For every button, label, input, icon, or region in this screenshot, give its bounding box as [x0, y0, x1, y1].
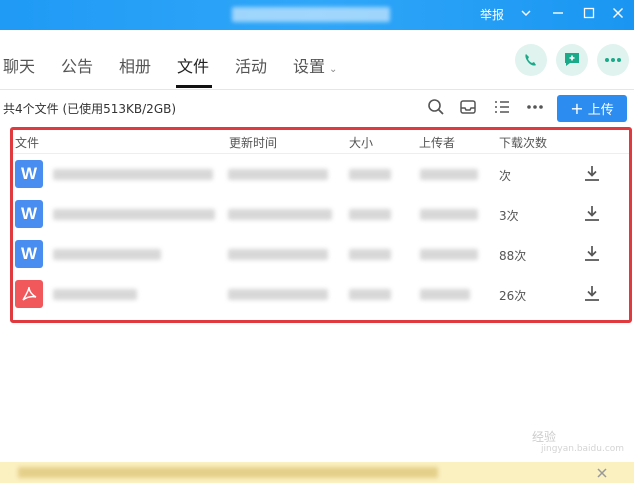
- update-time-redacted: [228, 169, 328, 180]
- download-icon: [585, 166, 599, 181]
- more-actions-button[interactable]: [526, 98, 546, 118]
- download-count: 88次: [499, 249, 527, 263]
- download-button[interactable]: [583, 244, 603, 264]
- uploader-redacted: [420, 209, 478, 220]
- minimize-button[interactable]: [547, 4, 569, 26]
- phone-icon: [525, 54, 536, 66]
- more-dots-icon: [527, 105, 543, 109]
- call-button[interactable]: [515, 44, 547, 76]
- size-redacted: [349, 169, 391, 180]
- chevron-down-icon: [521, 10, 531, 16]
- maximize-button[interactable]: [578, 4, 600, 26]
- group-name-redacted: [232, 7, 390, 22]
- active-tab-indicator: [176, 85, 212, 88]
- size-redacted: [349, 249, 391, 260]
- size-redacted: [349, 289, 391, 300]
- tab-bar: 聊天 公告 相册 文件 活动 设置 ⌄: [0, 30, 634, 90]
- tab-chat[interactable]: 聊天: [3, 53, 35, 77]
- pdf-file-icon: [15, 280, 43, 308]
- more-options-button[interactable]: [597, 44, 629, 76]
- file-name-redacted: [53, 169, 213, 180]
- download-icon: [585, 206, 599, 221]
- dropdown-button[interactable]: [515, 4, 537, 26]
- title-bar: 举报: [0, 0, 634, 30]
- tab-announcements[interactable]: 公告: [61, 53, 93, 77]
- search-icon: [428, 99, 444, 115]
- watermark-url: jingyan.baidu.com: [541, 444, 625, 454]
- file-name-redacted: [53, 209, 215, 220]
- maximize-icon: [583, 7, 595, 19]
- notice-close-button[interactable]: [596, 464, 608, 483]
- column-header-file[interactable]: 文件: [15, 134, 39, 151]
- more-dots-icon: [605, 58, 621, 62]
- table-row[interactable]: W 次: [13, 154, 629, 194]
- new-message-button[interactable]: [556, 44, 588, 76]
- file-name-redacted: [53, 249, 161, 260]
- file-toolbar: 共4个文件 (已使用513KB/2GB) + 上传: [0, 91, 634, 125]
- pdf-glyph-icon: [22, 286, 37, 301]
- tab-album[interactable]: 相册: [119, 53, 151, 77]
- column-header-size[interactable]: 大小: [349, 134, 373, 151]
- upload-button[interactable]: + 上传: [557, 95, 627, 122]
- download-count: 3次: [499, 209, 519, 223]
- table-row[interactable]: W 3次: [13, 194, 629, 234]
- download-button[interactable]: [583, 284, 603, 304]
- upload-label: 上传: [587, 103, 614, 118]
- column-header-downloads[interactable]: 下载次数: [499, 134, 547, 151]
- update-time-redacted: [228, 209, 332, 220]
- chevron-down-icon: ⌄: [329, 64, 338, 75]
- close-icon: [597, 468, 607, 478]
- word-file-icon: W: [15, 200, 43, 228]
- download-count: 次: [499, 169, 512, 183]
- word-file-icon: W: [15, 240, 43, 268]
- uploader-redacted: [420, 249, 478, 260]
- uploader-redacted: [420, 289, 470, 300]
- inbox-button[interactable]: [459, 98, 479, 118]
- update-time-redacted: [228, 289, 328, 300]
- close-window-button[interactable]: [607, 4, 629, 26]
- file-name-redacted: [53, 289, 137, 300]
- list-view-button[interactable]: [493, 98, 513, 118]
- file-count-summary: 共4个文件 (已使用513KB/2GB): [3, 102, 177, 116]
- search-button[interactable]: [427, 98, 447, 118]
- table-row[interactable]: 26次: [13, 274, 629, 314]
- download-icon: [585, 286, 599, 301]
- uploader-redacted: [420, 169, 478, 180]
- tab-files[interactable]: 文件: [177, 53, 209, 77]
- column-header-updated[interactable]: 更新时间: [229, 134, 277, 151]
- update-time-redacted: [228, 249, 328, 260]
- watermark-text: 经验: [532, 430, 557, 444]
- tab-settings[interactable]: 设置 ⌄: [293, 53, 337, 77]
- notice-bar: [0, 462, 634, 483]
- close-icon: [613, 8, 623, 18]
- minimize-icon: [553, 12, 563, 14]
- size-redacted: [349, 209, 391, 220]
- notice-text-redacted: [18, 467, 438, 478]
- download-button[interactable]: [583, 204, 603, 224]
- tab-activities[interactable]: 活动: [235, 53, 267, 77]
- plus-icon: +: [570, 98, 584, 118]
- inbox-icon: [460, 100, 476, 114]
- message-plus-icon: [565, 53, 579, 66]
- column-header-uploader[interactable]: 上传者: [419, 134, 455, 151]
- download-icon: [585, 246, 599, 261]
- report-link[interactable]: 举报: [480, 6, 504, 23]
- table-row[interactable]: W 88次: [13, 234, 629, 274]
- download-button[interactable]: [583, 164, 603, 184]
- list-icon: [495, 101, 509, 113]
- word-file-icon: W: [15, 160, 43, 188]
- tab-settings-label: 设置: [293, 57, 326, 76]
- download-count: 26次: [499, 289, 527, 303]
